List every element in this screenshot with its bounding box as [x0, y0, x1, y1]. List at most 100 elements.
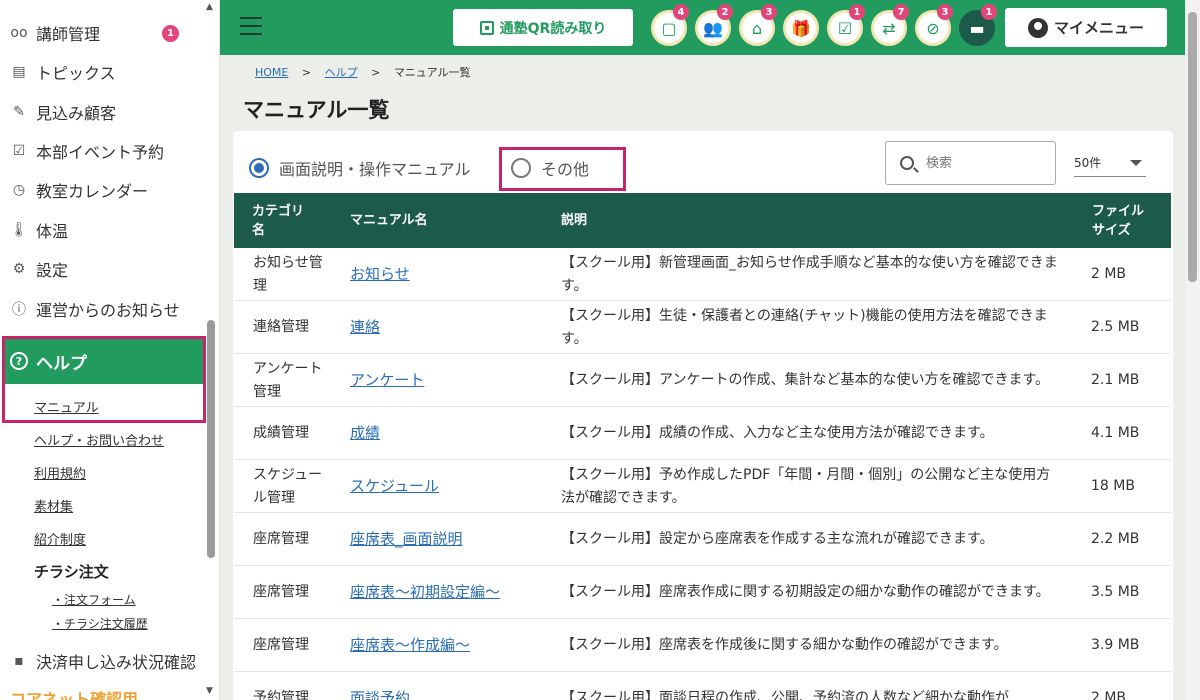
manual-link[interactable]: 座席表_画面説明 — [350, 528, 463, 551]
info-icon: ⓘ — [12, 302, 26, 318]
cell-description: 【スクール用】設定から座席表を作成する主な流れが確認できます。 — [561, 531, 994, 547]
manual-link[interactable]: 面談予約 — [350, 687, 410, 700]
sidebar-item-class-calendar[interactable]: ◷ 教室カレンダー — [0, 175, 205, 205]
transfer-icon[interactable]: ⇄ 7 — [871, 4, 909, 46]
breadcrumb-help[interactable]: ヘルプ — [325, 66, 358, 79]
breadcrumb-home[interactable]: HOME — [255, 66, 288, 79]
breadcrumb-current: マニュアル一覧 — [393, 66, 471, 79]
scroll-down-icon[interactable]: ▼ — [206, 686, 213, 696]
account-icon — [1027, 17, 1048, 38]
cell-size: 4.1 MB — [1091, 425, 1140, 441]
breadcrumb-separator: > — [371, 66, 381, 79]
my-menu-button[interactable]: マイメニュー — [1005, 8, 1167, 47]
thermometer-icon: 🌡 — [10, 222, 28, 238]
cell-size: 2.2 MB — [1091, 531, 1140, 547]
sidebar-link-terms[interactable]: 利用規約 — [34, 463, 86, 482]
chevron-down-icon — [1130, 159, 1142, 166]
sidebar-link-flyer-history[interactable]: ・チラシ注文履歴 — [52, 615, 148, 632]
flyer-order-heading: チラシ注文 — [34, 563, 109, 581]
glasses-icon: oo — [10, 25, 28, 41]
per-page-value: 50件 — [1074, 156, 1102, 170]
column-header-category: カテゴリ名 — [252, 203, 305, 238]
sidebar-item-label: 教室カレンダー — [36, 182, 149, 201]
radio-selected-icon — [249, 158, 269, 178]
cell-category: 座席管理 — [253, 584, 309, 600]
column-header-description: 説明 — [561, 213, 588, 228]
manual-link[interactable]: お知らせ — [350, 263, 410, 286]
notification-badge: 2 — [717, 4, 733, 20]
chat-icon[interactable]: ▢ 4 — [651, 4, 689, 46]
sidebar-item-prospects[interactable]: ✎ 見込み顧客 — [0, 97, 205, 127]
sidebar-item-label: 講師管理 — [36, 25, 101, 44]
qr-scan-button[interactable]: 通塾QR読み取り — [453, 9, 633, 46]
cell-size: 2.5 MB — [1091, 319, 1140, 335]
cell-description: 【スクール用】新管理画面_お知らせ作成手順など基本的な使い方を確認できます。 — [561, 254, 1058, 294]
sidebar-item-temperature[interactable]: 🌡 体温 — [0, 215, 205, 245]
sidebar-item-label: 見込み顧客 — [36, 104, 117, 123]
sidebar-item-announcements[interactable]: ⓘ 運営からのお知らせ — [0, 294, 205, 324]
cell-category: 座席管理 — [253, 637, 309, 653]
notification-badge: 1 — [849, 4, 865, 20]
id-card-icon: ▪ — [14, 653, 24, 669]
cell-description: 【スクール用】生徒・保護者との連絡(チャット)機能の使用方法を確認できます。 — [561, 307, 1048, 347]
column-header-name: マニュアル名 — [350, 213, 428, 228]
hamburger-menu-icon[interactable] — [240, 17, 262, 35]
sidebar-item-label: 体温 — [36, 222, 69, 241]
search-input[interactable] — [926, 155, 1036, 171]
sidebar-link-manual[interactable]: マニュアル — [34, 397, 99, 416]
notification-badge: 1 — [162, 25, 179, 42]
group-icon[interactable]: 👥 2 — [695, 4, 733, 46]
notification-badge: 3 — [937, 4, 953, 20]
radio-other[interactable]: その他 — [511, 156, 589, 180]
manual-link[interactable]: 連絡 — [350, 316, 380, 339]
cell-description: 【スクール用】予め作成したPDF「年間・月間・個別」の公開など主な使用方法が確認… — [561, 466, 1051, 506]
manual-link[interactable]: 成績 — [350, 422, 380, 445]
cell-category: 連絡管理 — [253, 319, 309, 335]
sidebar-item-help[interactable]: ? ヘルプ — [4, 338, 203, 384]
breadcrumb-separator: > — [301, 66, 312, 79]
sidebar-item-topics[interactable]: ▤ トピックス — [0, 57, 205, 87]
sidebar-item-corenet[interactable]: コアネット確認用 — [0, 683, 205, 700]
table-row: 座席管理 座席表～初期設定編～ 【スクール用】座席表作成に関する初期設定の細かな… — [234, 566, 1171, 619]
sidebar-item-label: ヘルプ — [36, 353, 87, 374]
scroll-up-icon[interactable]: ▲ — [206, 2, 213, 12]
manual-link[interactable]: スケジュール — [350, 475, 439, 498]
search-icon — [900, 156, 914, 170]
cell-description: 【スクール用】アンケートの作成、集計など基本的な使い方を確認できます。 — [561, 372, 1050, 388]
table-row: 座席管理 座席表_画面説明 【スクール用】設定から座席表を作成する主な流れが確認… — [234, 513, 1171, 566]
notification-badge: 3 — [761, 4, 777, 20]
per-page-select[interactable]: 50件 — [1074, 149, 1146, 177]
table-row: お知らせ管理 お知らせ 【スクール用】新管理画面_お知らせ作成手順など基本的な使… — [234, 248, 1171, 301]
cell-size: 3.5 MB — [1091, 584, 1140, 600]
manual-link[interactable]: アンケート — [350, 369, 424, 392]
school-icon[interactable]: ⌂ 3 — [739, 4, 777, 46]
sidebar-item-hq-events[interactable]: ☑ 本部イベント予約 — [0, 136, 205, 166]
sidebar-link-materials[interactable]: 素材集 — [34, 496, 73, 515]
no-entry-icon[interactable]: ⊘ 3 — [915, 4, 953, 46]
sidebar-item-teachers[interactable]: oo 講師管理 1 — [0, 18, 205, 48]
page-scrollbar-thumb[interactable] — [1188, 12, 1197, 282]
gift-icon[interactable]: 🎁 — [783, 10, 819, 46]
gear-icon: ⚙ — [12, 261, 26, 277]
report-icon[interactable]: ☑ 1 — [827, 4, 865, 46]
cell-category: お知らせ管理 — [253, 254, 323, 294]
sidebar-item-label: コアネット確認用 — [10, 690, 139, 700]
cell-size: 2.1 MB — [1091, 372, 1140, 388]
question-icon: ? — [10, 352, 28, 370]
sidebar-link-referral[interactable]: 紹介制度 — [34, 529, 86, 548]
sidebar-link-help-contact[interactable]: ヘルプ・お問い合わせ — [34, 430, 164, 449]
prospect-icon: ✎ — [13, 104, 25, 120]
manual-link[interactable]: 座席表～初期設定編～ — [350, 581, 500, 604]
sidebar-item-settings[interactable]: ⚙ 設定 — [0, 254, 205, 284]
radio-screen-manual[interactable]: 画面説明・操作マニュアル — [249, 156, 471, 180]
message-icon[interactable]: ▬ 1 — [959, 4, 997, 46]
sidebar-item-payment-status[interactable]: ▪ 決済申し込み状況確認 — [0, 646, 205, 676]
manual-link[interactable]: 座席表～作成編～ — [350, 634, 470, 657]
my-menu-label: マイメニュー — [1053, 19, 1144, 37]
search-field[interactable] — [885, 141, 1056, 185]
sidebar-scrollbar[interactable] — [207, 320, 215, 558]
qr-icon — [479, 20, 494, 35]
sidebar-link-order-form[interactable]: ・注文フォーム — [52, 591, 136, 608]
table-row: アンケート管理 アンケート 【スクール用】アンケートの作成、集計など基本的な使い… — [234, 354, 1171, 407]
page-title: マニュアル一覧 — [243, 98, 390, 122]
